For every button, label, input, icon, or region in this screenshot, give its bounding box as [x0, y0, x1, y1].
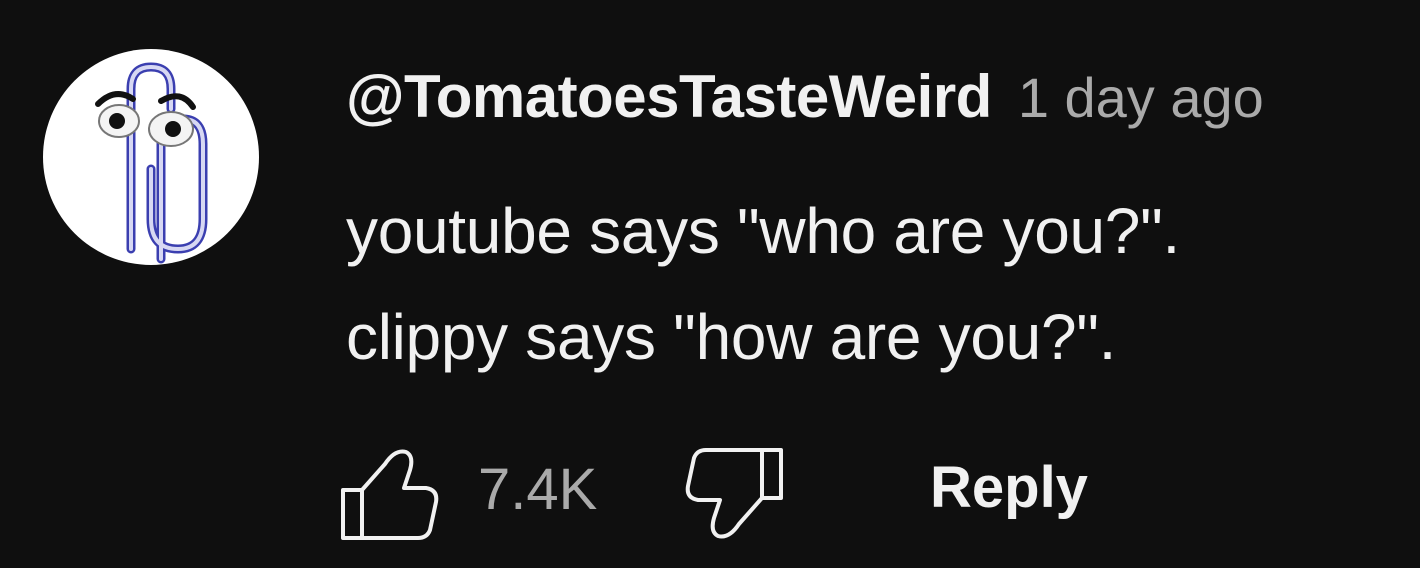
thumbs-down-icon — [685, 448, 783, 539]
avatar[interactable] — [43, 49, 259, 265]
reply-button[interactable]: Reply — [930, 454, 1088, 521]
comment-header: @TomatoesTasteWeird 1 day ago — [346, 62, 1264, 142]
like-count: 7.4K — [478, 457, 598, 522]
comment-text-line: clippy says "how are you?". — [346, 301, 1117, 373]
comment-timestamp[interactable]: 1 day ago — [1018, 65, 1264, 130]
thumbs-up-icon — [341, 449, 439, 540]
comment-author[interactable]: @TomatoesTasteWeird — [346, 62, 992, 131]
comment-actions: 7.4K Reply — [340, 440, 1120, 540]
comment-text-line: youtube says "who are you?". — [346, 195, 1180, 267]
comment-text: youtube says "who are you?". clippy says… — [346, 178, 1180, 390]
dislike-button[interactable] — [684, 444, 784, 540]
like-button[interactable] — [340, 444, 440, 540]
clippy-paperclip-icon — [95, 62, 208, 264]
